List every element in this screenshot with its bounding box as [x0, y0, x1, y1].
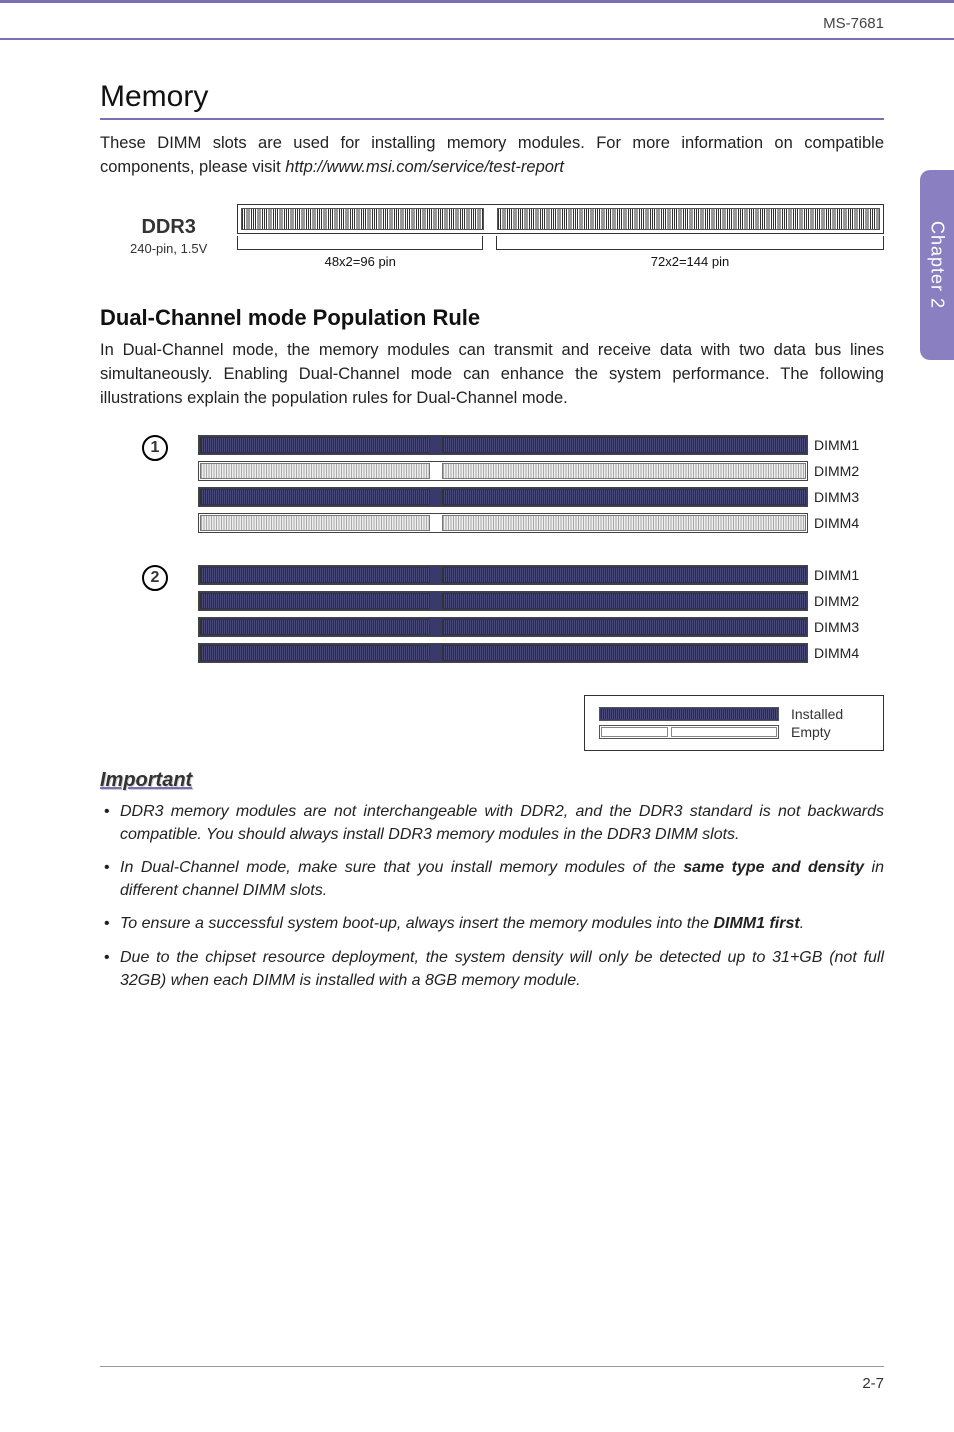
chapter-side-tab: Chapter 2: [920, 170, 954, 360]
set1-dimm4-slot: [198, 513, 808, 533]
set2-dimm1-slot: [198, 565, 808, 585]
population-diagrams: 1 DIMM1 DIMM2 DIMM3 DIMM4 2 DIMM1 DIMM2 …: [140, 435, 884, 751]
note-2: In Dual-Channel mode, make sure that you…: [100, 856, 884, 902]
dual-channel-para: In Dual-Channel mode, the memory modules…: [100, 339, 884, 411]
pin-label-right: 72x2=144 pin: [496, 254, 884, 269]
memory-intro-link: http://www.msi.com/service/test-report: [285, 158, 564, 176]
ddr3-label-small: 240-pin, 1.5V: [130, 241, 207, 256]
legend-empty-label: Empty: [791, 724, 831, 740]
note-3-post: .: [800, 915, 804, 932]
set1-dimm2-slot: [198, 461, 808, 481]
pin-label-left: 48x2=96 pin: [237, 254, 483, 269]
note-2-pre: In Dual-Channel mode, make sure that you…: [120, 859, 683, 876]
note-2-em: same type and density: [683, 859, 864, 876]
legend-installed-icon: [599, 707, 779, 721]
set2-dimm4-slot: [198, 643, 808, 663]
set1-dimm3-label: DIMM3: [814, 489, 884, 505]
note-1-text: DDR3 memory modules are not interchangea…: [120, 803, 884, 843]
memory-intro: These DIMM slots are used for installing…: [100, 132, 884, 180]
note-3-pre: To ensure a successful system boot-up, a…: [120, 915, 713, 932]
ddr3-slot-graphic: 48x2=96 pin 72x2=144 pin: [237, 204, 884, 269]
legend-box: Installed Empty: [584, 695, 884, 751]
note-3-em: DIMM1 first: [713, 915, 799, 932]
population-set-2: 2 DIMM1 DIMM2 DIMM3 DIMM4: [140, 565, 884, 669]
set1-dimm4-label: DIMM4: [814, 515, 884, 531]
ddr3-label: DDR3 240-pin, 1.5V: [130, 216, 207, 256]
set2-dimm1-label: DIMM1: [814, 567, 884, 583]
ddr3-label-big: DDR3: [130, 216, 207, 239]
page-content: Memory These DIMM slots are used for ins…: [0, 40, 954, 992]
doc-id: MS-7681: [823, 15, 884, 32]
set1-dimm3-slot: [198, 487, 808, 507]
set2-dimm2-label: DIMM2: [814, 593, 884, 609]
note-1: DDR3 memory modules are not interchangea…: [100, 800, 884, 846]
set-number-1: 1: [142, 435, 168, 461]
set2-dimm2-slot: [198, 591, 808, 611]
set-number-2: 2: [142, 565, 168, 591]
note-3: To ensure a successful system boot-up, a…: [100, 912, 884, 935]
page-header: MS-7681: [0, 3, 954, 32]
set1-dimm1-slot: [198, 435, 808, 455]
legend-installed-label: Installed: [791, 706, 843, 722]
set2-dimm4-label: DIMM4: [814, 645, 884, 661]
page-number: 2-7: [862, 1375, 884, 1392]
legend-empty-icon: [599, 725, 779, 739]
note-4-text: Due to the chipset resource deployment, …: [120, 949, 884, 989]
chapter-label: Chapter 2: [927, 221, 948, 309]
section-title-memory: Memory: [100, 80, 884, 120]
set1-dimm2-label: DIMM2: [814, 463, 884, 479]
note-4: Due to the chipset resource deployment, …: [100, 946, 884, 992]
page-footer: 2-7: [100, 1366, 884, 1392]
set1-dimm1-label: DIMM1: [814, 437, 884, 453]
set2-dimm3-slot: [198, 617, 808, 637]
subhead-dual-channel: Dual-Channel mode Population Rule: [100, 305, 884, 331]
population-set-1: 1 DIMM1 DIMM2 DIMM3 DIMM4: [140, 435, 884, 539]
important-heading: Important: [100, 769, 884, 792]
ddr3-diagram: DDR3 240-pin, 1.5V 48x2=96 pin 72x2=144 …: [130, 204, 884, 269]
important-notes-list: DDR3 memory modules are not interchangea…: [100, 800, 884, 992]
set2-dimm3-label: DIMM3: [814, 619, 884, 635]
